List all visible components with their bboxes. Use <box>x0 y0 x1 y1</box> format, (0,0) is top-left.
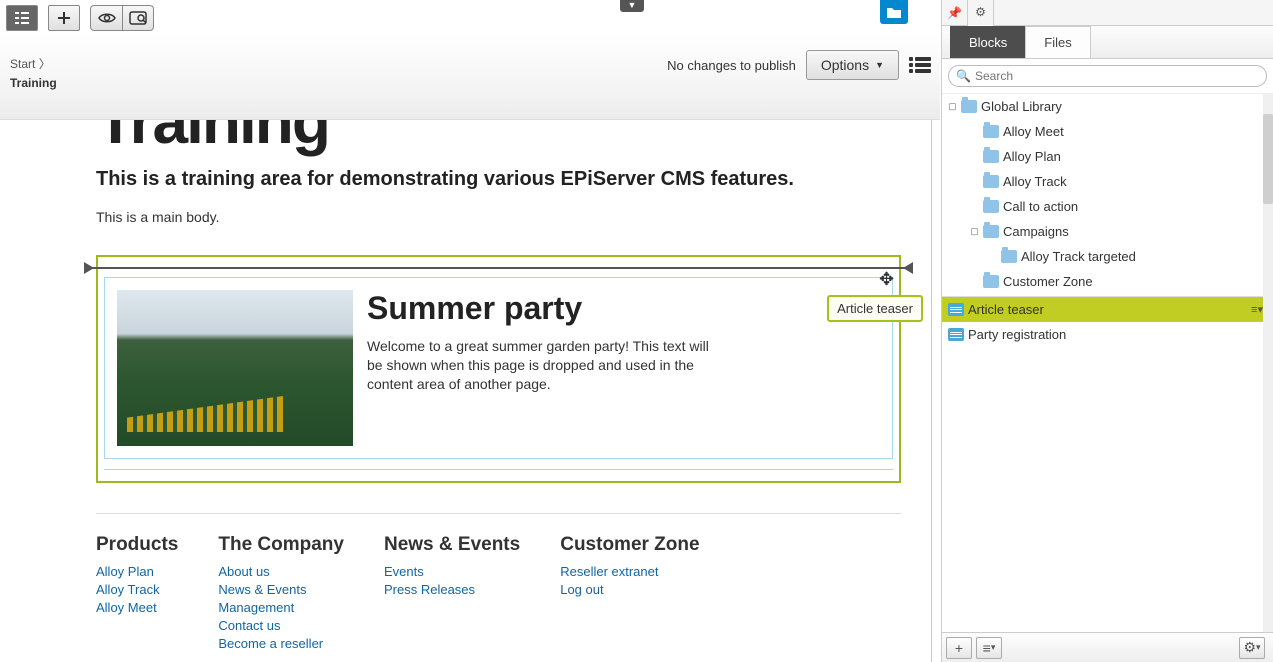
assets-panel: 📌 ⚙ Blocks Files 🔍 ▢ Global Library Allo… <box>941 0 1273 662</box>
tree-folder-campaigns[interactable]: ▢ Campaigns <box>942 219 1273 244</box>
options-label: Options <box>821 57 869 73</box>
tree-root[interactable]: ▢ Global Library <box>942 94 1273 119</box>
tree-label: Global Library <box>981 99 1062 114</box>
breadcrumb-current: Training <box>10 76 57 90</box>
add-button[interactable] <box>48 5 80 31</box>
footer-link[interactable]: Contact us <box>218 618 344 633</box>
footer-heading: News & Events <box>384 534 520 556</box>
page-subtitle: This is a training area for demonstratin… <box>96 168 901 191</box>
footer-col-company: The Company About us News & Events Manag… <box>218 534 344 654</box>
footer-col-news: News & Events Events Press Releases <box>384 534 520 654</box>
center-dropdown-handle[interactable]: ▼ <box>620 0 644 12</box>
tab-files[interactable]: Files <box>1025 26 1090 58</box>
footer-link[interactable]: Become a reseller <box>218 636 344 651</box>
footer-link[interactable]: Events <box>384 564 520 579</box>
footer-link[interactable]: Management <box>218 600 344 615</box>
menu-button[interactable]: ≡▾ <box>976 637 1002 659</box>
footer-heading: Products <box>96 534 178 556</box>
search-input[interactable] <box>948 65 1267 87</box>
tree-folder[interactable]: Call to action <box>942 194 1273 219</box>
drop-indicator <box>84 267 913 269</box>
footer-heading: The Company <box>218 534 344 556</box>
teaser-block[interactable]: Summer party Welcome to a great summer g… <box>104 277 893 459</box>
tree-toggle-button[interactable] <box>6 5 38 31</box>
assets-bottom-bar: + ≡▾ ⚙▾ <box>942 632 1273 662</box>
drag-ghost-label: Article teaser <box>827 295 923 322</box>
folder-icon <box>983 150 999 163</box>
footer-heading: Customer Zone <box>560 534 699 556</box>
teaser-image <box>117 290 353 446</box>
preview-button[interactable] <box>90 5 122 31</box>
options-button[interactable]: Options ▼ <box>806 50 899 80</box>
gear-icon[interactable]: ⚙ <box>968 0 994 26</box>
tab-blocks[interactable]: Blocks <box>950 26 1026 58</box>
tree-label: Campaigns <box>1003 224 1069 239</box>
chevron-down-icon: ▼ <box>875 60 884 70</box>
main-content: Training This is a training area for dem… <box>0 120 932 662</box>
publish-status: No changes to publish <box>667 58 796 73</box>
page-body: This is a main body. <box>96 209 901 225</box>
footer-col-products: Products Alloy Plan Alloy Track Alloy Me… <box>96 534 178 654</box>
page-title: Training <box>96 120 901 158</box>
content-area-dropzone[interactable]: ✥ Article teaser Summer party Welcome to… <box>96 255 901 483</box>
footer-link[interactable]: Alloy Meet <box>96 600 178 615</box>
breadcrumb-root[interactable]: Start <box>10 57 35 71</box>
search-icon: 🔍 <box>956 69 971 83</box>
block-item-article-teaser[interactable]: Article teaser ≡▾ <box>942 297 1273 322</box>
assets-tabs: Blocks Files <box>942 26 1273 59</box>
compare-button[interactable] <box>122 5 154 31</box>
breadcrumb: Start 〉 Training <box>10 55 57 90</box>
move-cursor-icon: ✥ <box>879 269 901 291</box>
scrollbar[interactable] <box>1263 94 1273 632</box>
tree-label: Alloy Track targeted <box>1021 249 1136 264</box>
footer-link[interactable]: Alloy Track <box>96 582 178 597</box>
footer: Products Alloy Plan Alloy Track Alloy Me… <box>96 513 901 654</box>
footer-link[interactable]: Reseller extranet <box>560 564 699 579</box>
collapse-icon[interactable]: ▢ <box>970 226 979 237</box>
footer-link[interactable]: About us <box>218 564 344 579</box>
footer-link[interactable]: News & Events <box>218 582 344 597</box>
tree-folder[interactable]: Alloy Track targeted <box>942 244 1273 269</box>
footer-link[interactable]: Alloy Plan <box>96 564 178 579</box>
folder-icon <box>1001 250 1017 263</box>
folder-icon <box>983 225 999 238</box>
tree-folder[interactable]: Alloy Meet <box>942 119 1273 144</box>
tree-label: Call to action <box>1003 199 1078 214</box>
collapse-icon[interactable]: ▢ <box>948 101 957 112</box>
tree-folder[interactable]: Alloy Track <box>942 169 1273 194</box>
tree-label: Alloy Meet <box>1003 124 1064 139</box>
folder-icon <box>983 125 999 138</box>
properties-view-button[interactable] <box>909 57 931 73</box>
pin-icon[interactable]: 📌 <box>942 0 968 26</box>
footer-col-customer: Customer Zone Reseller extranet Log out <box>560 534 699 654</box>
block-icon <box>948 303 964 316</box>
assets-search: 🔍 <box>942 59 1273 94</box>
footer-link[interactable]: Log out <box>560 582 699 597</box>
publish-area: No changes to publish Options ▼ <box>667 50 931 80</box>
second-drop-slot[interactable] <box>104 469 893 475</box>
tree-label: Customer Zone <box>1003 274 1093 289</box>
block-label: Article teaser <box>968 302 1044 317</box>
add-block-button[interactable]: + <box>946 637 972 659</box>
block-icon <box>948 328 964 341</box>
tree-folder[interactable]: Customer Zone <box>942 269 1273 294</box>
folder-icon <box>961 100 977 113</box>
chevron-right-icon: 〉 <box>39 57 51 71</box>
tree-label: Alloy Track <box>1003 174 1067 189</box>
tree-folder[interactable]: Alloy Plan <box>942 144 1273 169</box>
block-label: Party registration <box>968 327 1066 342</box>
teaser-title: Summer party <box>367 290 717 327</box>
assets-tree: ▢ Global Library Alloy Meet Alloy Plan A… <box>942 94 1273 632</box>
folder-icon <box>983 175 999 188</box>
block-item-party-registration[interactable]: Party registration <box>942 322 1273 347</box>
footer-link[interactable]: Press Releases <box>384 582 520 597</box>
teaser-text: Welcome to a great summer garden party! … <box>367 337 717 394</box>
tree-label: Alloy Plan <box>1003 149 1061 164</box>
assets-pane-toggle[interactable] <box>880 0 908 24</box>
folder-icon <box>983 275 999 288</box>
folder-icon <box>983 200 999 213</box>
settings-button[interactable]: ⚙▾ <box>1239 637 1265 659</box>
